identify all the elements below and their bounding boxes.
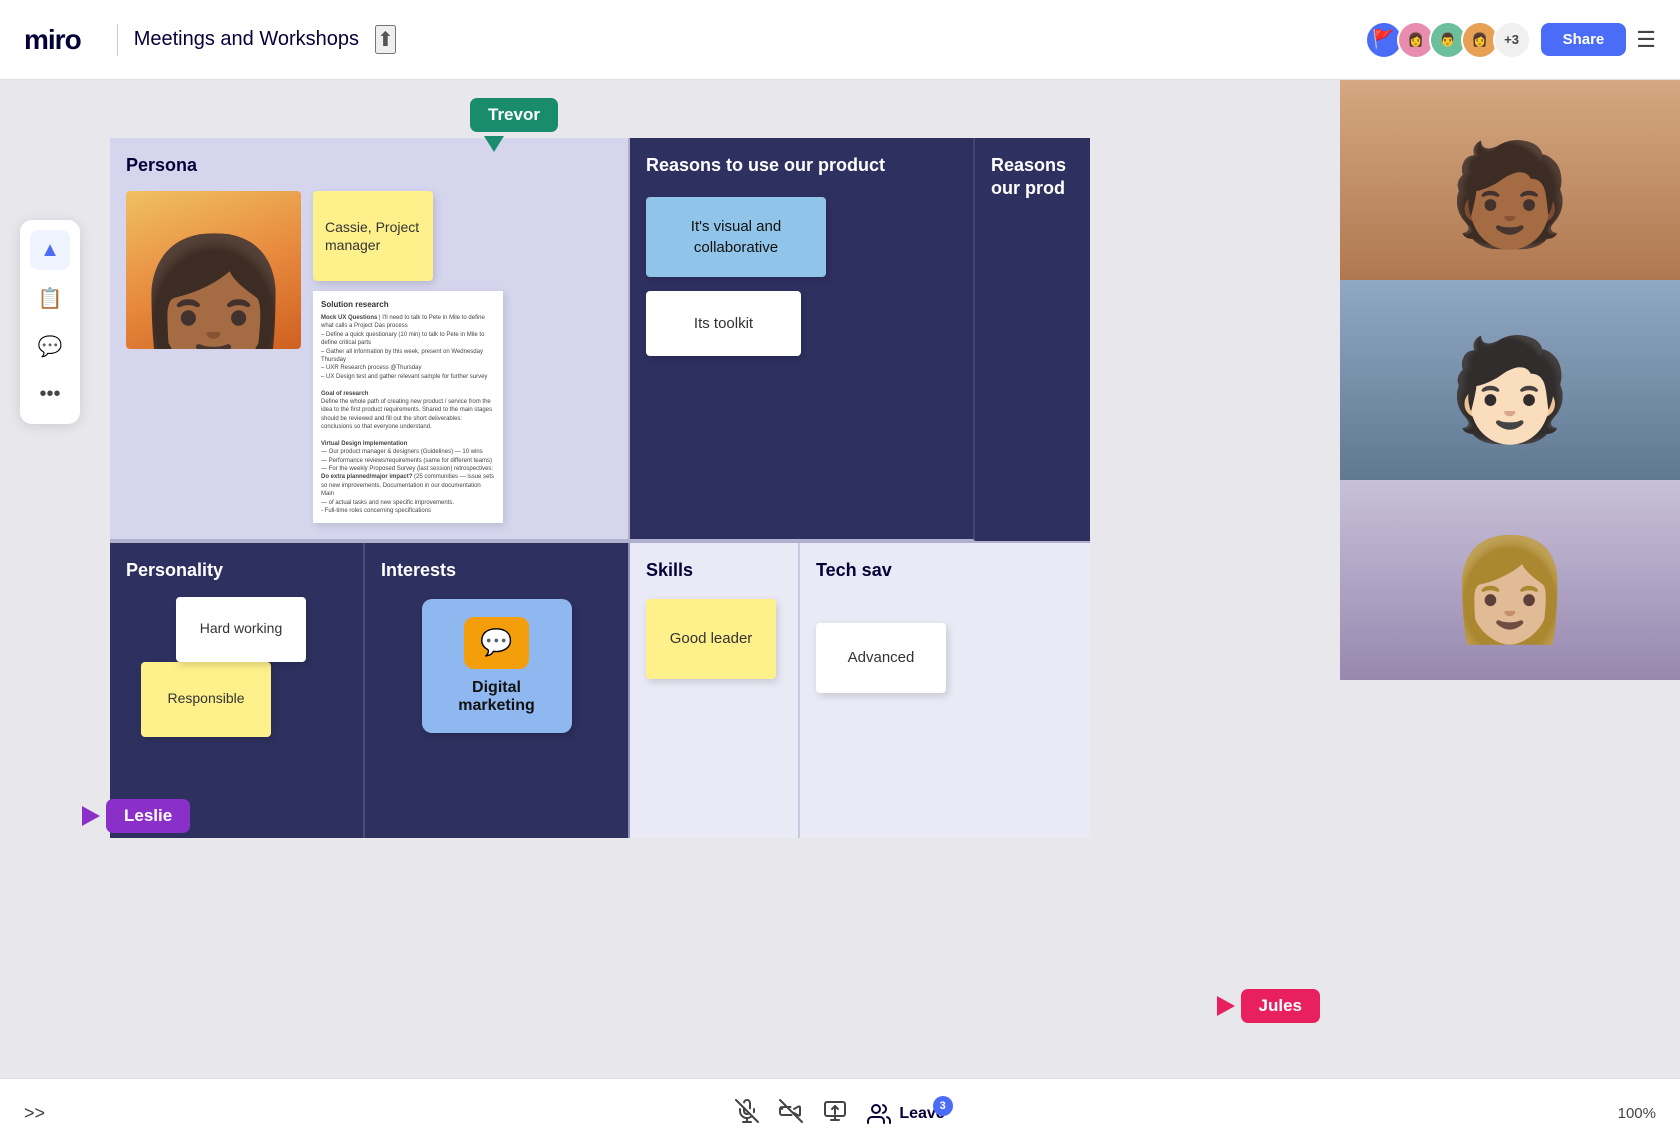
advanced-text: Advanced [848,647,915,668]
bottom-row: Personality Hard working Responsible Int… [110,543,1090,838]
avatar-group: 🚩 👩 👨 👩 +3 [1365,21,1531,59]
video-cell-3: 👩🏼 [1340,480,1680,680]
video-off-button[interactable] [779,1099,803,1129]
responsible-note[interactable]: Responsible [141,662,271,737]
trevor-cursor-arrow [484,136,504,152]
left-sidebar: ▲ 📋 💬 ••• [20,220,80,424]
persona-title: Persona [126,154,612,177]
header-divider [117,24,118,56]
persona-content: 👩🏾 Cassie, Project manager Solution rese… [126,191,612,523]
persona-cell: Persona 👩🏾 Cassie, Project manager [110,138,630,541]
skills-cell: Skills Good leader [630,543,800,838]
cursor-tool[interactable]: ▲ [30,230,70,270]
menu-icon-button[interactable]: ☰ [1636,27,1656,53]
canvas: ▲ 📋 💬 ••• Trevor Leslie Jules 🧑🏾 🧑🏻 👩🏼 [0,80,1680,1078]
techsav-notes: Advanced [816,623,959,693]
digital-marketing-text: Digital marketing [458,679,534,714]
leslie-cursor-arrow [82,806,100,826]
cursor-trevor: Trevor [470,98,558,152]
reasons-cell: Reasons to use our product It's visual a… [630,138,975,541]
board-title: Meetings and Workshops [134,28,359,51]
person-avatar-2: 🧑🏻 [1448,340,1573,440]
interests-title: Interests [381,559,612,582]
digital-marketing-inner: 💬 Digital marketing [422,599,572,733]
overflow-bottom-right [975,543,1090,838]
doc-card[interactable]: Solution research Mock UX Questions | I'… [313,291,503,523]
digital-marketing-card[interactable]: 💬 Digital marketing [381,599,612,733]
video-cell-2: 🧑🏻 [1340,280,1680,480]
persona-photo: 👩🏾 [126,191,301,349]
participants-badge: 3 [933,1096,953,1116]
persona-name-text: Cassie, Project manager [325,218,421,256]
header: miro Meetings and Workshops ⬆ 🚩 👩 👨 👩 +3… [0,0,1680,80]
zoom-label: 100% [1618,1105,1656,1122]
reasons-note-1[interactable]: It's visual and collaborative [646,197,826,277]
person-avatar-3: 👩🏼 [1448,540,1573,640]
header-right: 🚩 👩 👨 👩 +3 Share ☰ [1365,21,1656,59]
leave-button[interactable]: 3 Leave [867,1102,944,1126]
persona-right: Cassie, Project manager Solution researc… [313,191,612,523]
techsav-title: Tech sav [816,559,959,582]
advanced-note[interactable]: Advanced [816,623,946,693]
jules-label: Jules [1241,989,1320,1023]
hard-working-note[interactable]: Hard working [176,597,306,662]
interests-cell: Interests 💬 Digital marketing [365,543,630,838]
sticky-note-tool[interactable]: 📋 [30,278,70,318]
person-avatar-1: 🧑🏾 [1448,145,1573,245]
trevor-label: Trevor [470,98,558,132]
prev-button[interactable]: >> [24,1103,45,1124]
mic-off-button[interactable] [735,1099,759,1129]
avatar-more[interactable]: +3 [1493,21,1531,59]
personality-cell: Personality Hard working Responsible [110,543,365,838]
reasons-note-2-text: Its toolkit [694,313,753,334]
persona-face: 👩🏾 [133,249,295,350]
jules-cursor-arrow [1217,996,1235,1016]
doc-body: Mock UX Questions | I'll need to talk to… [321,314,495,515]
top-row: Persona 👩🏾 Cassie, Project manager [110,138,1090,543]
cursor-jules: Jules [1217,989,1320,1023]
leslie-label: Leslie [106,799,190,833]
persona-name-sticky[interactable]: Cassie, Project manager [313,191,433,281]
video-panel: 🧑🏾 🧑🏻 👩🏼 [1340,80,1680,680]
reasons-notes: It's visual and collaborative Its toolki… [646,197,957,356]
doc-title: Solution research [321,299,495,311]
techsav-cell: Tech sav Advanced [800,543,975,838]
reasons-overflow-cell: Reasonsour prod [975,138,1090,541]
hard-working-text: Hard working [200,619,282,639]
share-button[interactable]: Share [1541,23,1627,56]
chat-icon: 💬 [464,617,529,669]
upload-button[interactable]: ⬆ [375,25,396,54]
skills-notes: Good leader [646,599,782,679]
logo: miro [24,24,81,56]
skills-title: Skills [646,559,782,582]
good-leader-note[interactable]: Good leader [646,599,776,679]
reasons-title: Reasons to use our product [646,154,957,177]
reasons-overflow-title: Reasonsour prod [991,154,1074,201]
more-tools[interactable]: ••• [30,374,70,414]
reasons-note-1-text: It's visual and collaborative [660,216,812,258]
screen-share-button[interactable] [823,1099,847,1129]
personality-title: Personality [126,559,347,582]
reasons-note-2[interactable]: Its toolkit [646,291,801,356]
video-cell-1: 🧑🏾 [1340,80,1680,280]
toolbar-center: 3 Leave [735,1099,944,1129]
cursor-leslie: Leslie [82,799,190,833]
good-leader-text: Good leader [670,628,753,649]
bottom-toolbar: >> [0,1078,1680,1148]
responsible-text: Responsible [167,689,244,709]
board-grid: Persona 👩🏾 Cassie, Project manager [110,138,1090,838]
comment-tool[interactable]: 💬 [30,326,70,366]
